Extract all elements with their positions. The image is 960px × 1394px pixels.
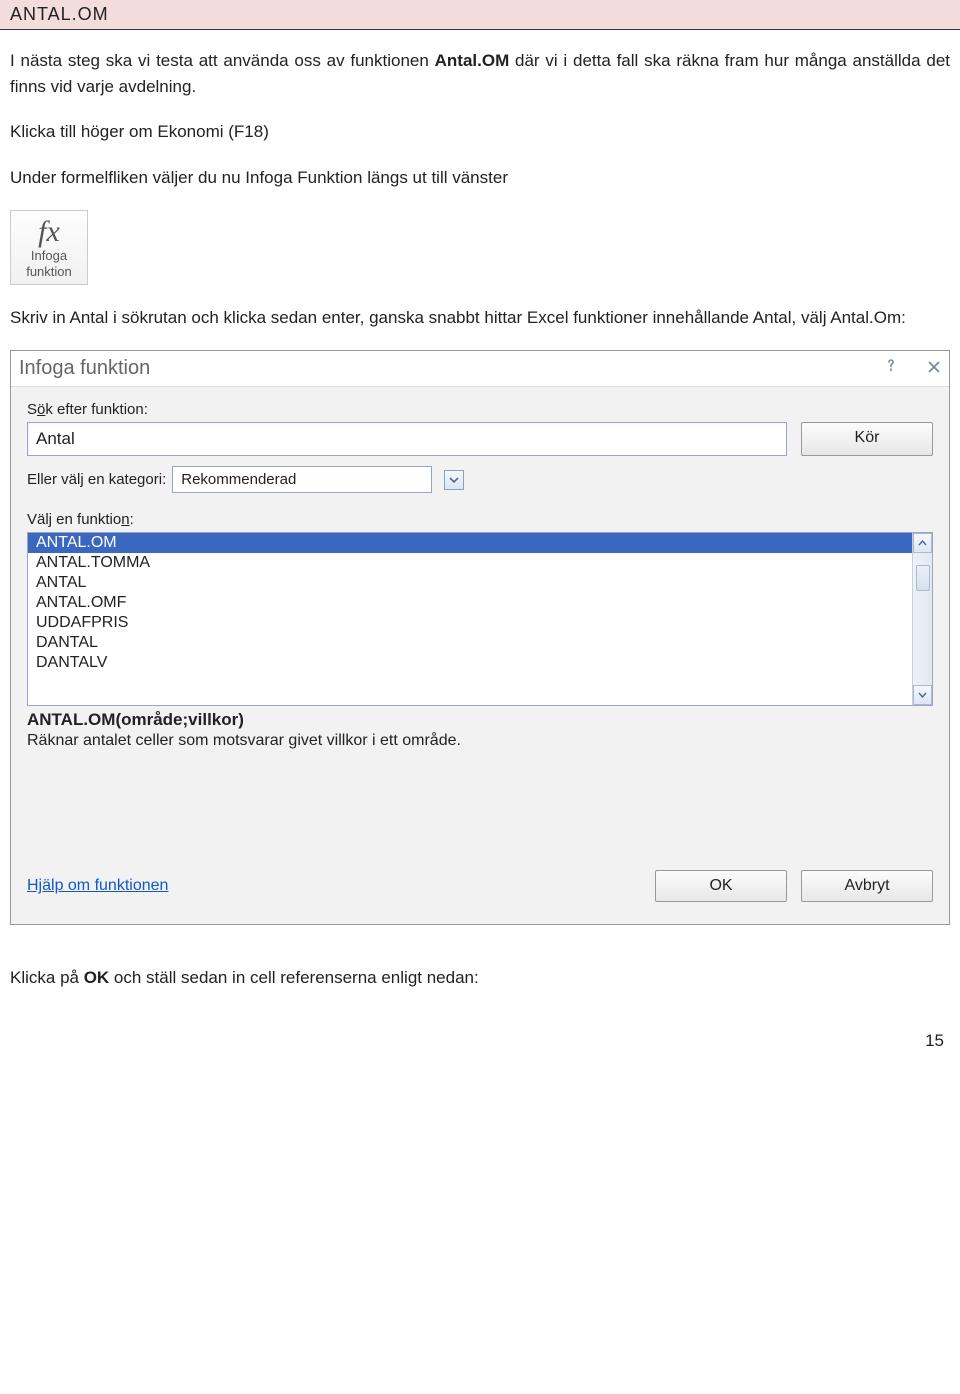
paragraph-3: Under formelfliken väljer du nu Infoga F… bbox=[10, 165, 950, 191]
list-item[interactable]: DANTAL bbox=[28, 633, 912, 653]
list-item[interactable]: ANTAL.OMF bbox=[28, 593, 912, 613]
select-function-label: Välj en funktion: bbox=[27, 511, 933, 528]
category-value: Rekommenderad bbox=[181, 471, 296, 488]
close-icon[interactable] bbox=[927, 357, 941, 380]
ok-button[interactable]: OK bbox=[655, 870, 787, 902]
category-label: Eller välj en kategori: bbox=[27, 471, 166, 488]
search-input[interactable]: Antal bbox=[27, 422, 787, 456]
scroll-down-button[interactable] bbox=[913, 685, 932, 705]
help-icon[interactable] bbox=[883, 357, 899, 380]
run-button-label: Kör bbox=[855, 429, 880, 446]
chevron-down-icon bbox=[449, 471, 459, 488]
p5-text-a: Klicka på bbox=[10, 968, 84, 987]
insert-function-dialog: Infoga funktion Sök efter funktion: Anta… bbox=[10, 350, 950, 925]
list-item[interactable]: UDDAFPRIS bbox=[28, 613, 912, 633]
fx-icon: fx bbox=[38, 217, 60, 247]
chevron-down-icon bbox=[918, 692, 927, 698]
search-label: Sök efter funktion: bbox=[27, 401, 933, 418]
paragraph-2: Klicka till höger om Ekonomi (F18) bbox=[10, 119, 950, 145]
list-item[interactable]: ANTAL bbox=[28, 573, 912, 593]
p1-bold: Antal.OM bbox=[435, 51, 510, 70]
cancel-button[interactable]: Avbryt bbox=[801, 870, 933, 902]
p5-bold: OK bbox=[84, 968, 110, 987]
scroll-up-button[interactable] bbox=[913, 533, 932, 553]
function-listbox[interactable]: ANTAL.OM ANTAL.TOMMA ANTAL ANTAL.OMF UDD… bbox=[27, 532, 933, 706]
cat-label-post: ategori: bbox=[116, 471, 166, 488]
cat-label-pre: Eller välj en bbox=[27, 471, 109, 488]
chevron-up-icon bbox=[918, 540, 927, 546]
section-heading-bar: ANTAL.OM bbox=[0, 0, 960, 30]
list-item[interactable]: ANTAL.OM bbox=[28, 533, 912, 553]
function-description: Räknar antalet celler som motsvarar give… bbox=[27, 732, 933, 750]
list-item[interactable]: ANTAL.TOMMA bbox=[28, 553, 912, 573]
function-syntax: ANTAL.OM(område;villkor) bbox=[27, 710, 933, 730]
paragraph-5: Klicka på OK och ställ sedan in cell ref… bbox=[10, 965, 950, 991]
select-func-ul: n bbox=[121, 511, 129, 528]
dialog-title-bar: Infoga funktion bbox=[11, 351, 949, 387]
paragraph-1: I nästa steg ska vi testa att använda os… bbox=[10, 48, 950, 99]
cancel-button-label: Avbryt bbox=[844, 877, 889, 894]
fx-label-line1: Infoga bbox=[31, 249, 67, 263]
scrollbar[interactable] bbox=[912, 533, 932, 705]
insert-function-ribbon-button[interactable]: fx Infoga funktion bbox=[10, 210, 88, 285]
paragraph-4: Skriv in Antal i sökrutan och klicka sed… bbox=[10, 305, 950, 331]
fx-label-line2: funktion bbox=[26, 265, 72, 279]
run-button[interactable]: Kör bbox=[801, 422, 933, 456]
select-func-post: : bbox=[130, 511, 134, 528]
search-label-post: k efter funktion: bbox=[45, 401, 148, 418]
help-link[interactable]: Hjälp om funktionen bbox=[27, 877, 168, 895]
p5-text-c: och ställ sedan in cell referenserna enl… bbox=[109, 968, 479, 987]
section-heading-text: ANTAL.OM bbox=[10, 4, 109, 24]
search-input-value: Antal bbox=[36, 429, 75, 448]
list-item[interactable]: DANTALV bbox=[28, 653, 912, 673]
scroll-thumb[interactable] bbox=[916, 565, 930, 591]
category-select[interactable]: Rekommenderad bbox=[172, 466, 432, 493]
category-dropdown-button[interactable] bbox=[444, 470, 464, 490]
select-func-pre: Välj en funktio bbox=[27, 511, 121, 528]
dialog-title-text: Infoga funktion bbox=[19, 357, 150, 380]
ok-button-label: OK bbox=[709, 877, 732, 894]
search-label-pre: S bbox=[27, 401, 37, 418]
page-number: 15 bbox=[0, 1011, 960, 1071]
p1-text-a: I nästa steg ska vi testa att använda os… bbox=[10, 51, 435, 70]
